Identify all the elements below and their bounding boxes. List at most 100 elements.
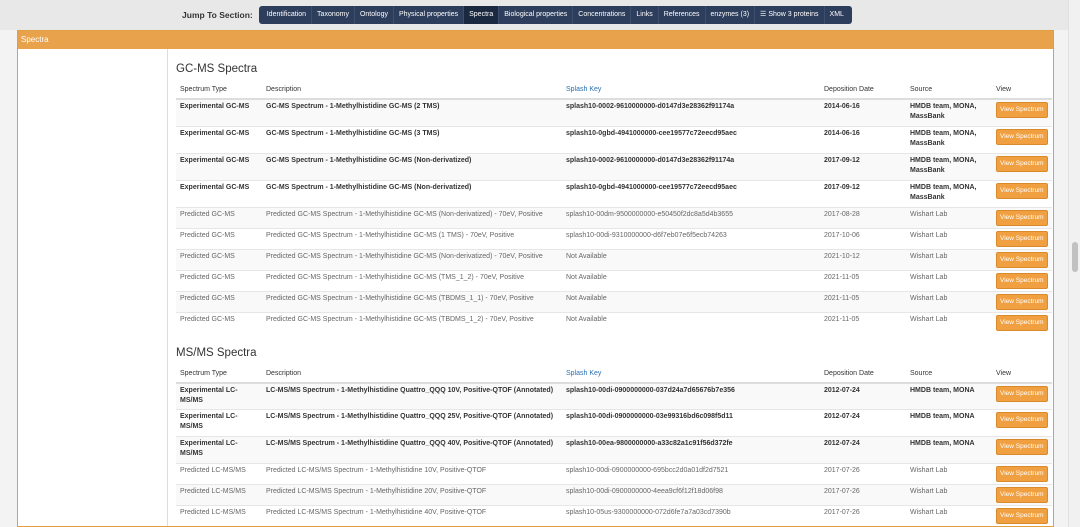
nav-link-taxonomy[interactable]: Taxonomy <box>312 6 355 24</box>
view-cell: View Spectrum <box>992 269 1052 291</box>
list-icon: ☰ <box>760 11 767 18</box>
column-header: Deposition Date <box>820 364 906 384</box>
source: HMDB team, MONA <box>906 409 992 437</box>
page-scrollbar[interactable] <box>1068 0 1080 527</box>
table-row: Predicted GC-MS Predicted GC-MS Spectrum … <box>176 248 1052 270</box>
spectrum-type: Experimental GC-MS <box>176 152 262 180</box>
column-header: Spectrum Type <box>176 364 262 384</box>
view-spectrum-button[interactable]: View Spectrum <box>996 412 1048 428</box>
nav-link-label: Biological properties <box>504 11 568 18</box>
deposition-date: 2017-07-26 <box>820 463 906 485</box>
deposition-date: 2014-06-16 <box>820 125 906 153</box>
nav-link-enzymes-3[interactable]: enzymes (3) <box>706 6 756 24</box>
splash-key: Not Available <box>562 248 820 270</box>
spectra-content: GC-MS Spectra Spectrum Type Description Sp… <box>176 49 1052 526</box>
source: Wishart Lab <box>906 206 992 228</box>
nav-link-identification[interactable]: Identification <box>262 6 313 24</box>
view-spectrum-button[interactable]: View Spectrum <box>996 487 1048 503</box>
nav-link-spectra[interactable]: Spectra <box>464 6 500 24</box>
view-spectrum-button[interactable]: View Spectrum <box>996 251 1048 268</box>
view-spectrum-button[interactable]: View Spectrum <box>996 439 1048 455</box>
nav-link-links[interactable]: Links <box>631 6 659 24</box>
source: HMDB team, MONA, MassBank <box>906 152 992 180</box>
nav-link-label: References <box>663 11 700 18</box>
splash-key: splash10-0gbd-4941000000-cee19577c72eecd… <box>562 179 820 207</box>
description: Predicted GC-MS Spectrum - 1-Methylhisti… <box>262 311 562 333</box>
deposition-date: 2021-11-05 <box>820 269 906 291</box>
nav-link-label: Physical properties <box>398 11 459 18</box>
table-row: Experimental GC-MS GC-MS Spectrum - 1-Met… <box>176 179 1052 207</box>
splash-key: splash10-05us-9300000000-072d6fe7a7a03cd… <box>562 505 820 526</box>
view-cell: View Spectrum <box>992 152 1052 180</box>
source: Wishart Lab <box>906 463 992 485</box>
msms-header-row: Spectrum Type Description Splash Key Deposi… <box>176 364 1052 384</box>
nav-link-show-3-proteins[interactable]: ☰ Show 3 proteins <box>755 6 825 24</box>
view-spectrum-button[interactable]: View Spectrum <box>996 155 1048 172</box>
deposition-date: 2017-07-26 <box>820 505 906 526</box>
view-cell: View Spectrum <box>992 179 1052 207</box>
view-spectrum-button[interactable]: View Spectrum <box>996 272 1048 289</box>
splash-key: splash10-00di-0900000000-03e99316bd6c098… <box>562 409 820 437</box>
deposition-date: 2012-07-24 <box>820 382 906 410</box>
scroll-thumb[interactable] <box>1072 242 1078 272</box>
table-row: Predicted LC-MS/MS Predicted LC-MS/MS Spe… <box>176 484 1052 506</box>
view-spectrum-button[interactable]: View Spectrum <box>996 182 1048 199</box>
jump-label: Jump To Section: <box>182 10 253 20</box>
view-cell: View Spectrum <box>992 463 1052 485</box>
source: HMDB team, MONA <box>906 436 992 464</box>
nav-link-biological-properties[interactable]: Biological properties <box>499 6 574 24</box>
source: Wishart Lab <box>906 311 992 333</box>
table-row: Experimental GC-MS GC-MS Spectrum - 1-Met… <box>176 98 1052 126</box>
gcms-table: Spectrum Type Description Splash Key Deposi… <box>176 81 1052 333</box>
view-spectrum-button[interactable]: View Spectrum <box>996 102 1048 118</box>
nav-link-xml[interactable]: XML <box>825 6 849 24</box>
spectrum-type: Predicted GC-MS <box>176 206 262 228</box>
view-spectrum-button[interactable]: View Spectrum <box>996 314 1048 331</box>
nav-link-label: Spectra <box>469 11 494 18</box>
table-row: Experimental GC-MS GC-MS Spectrum - 1-Met… <box>176 125 1052 153</box>
table-row: Experimental LC-MS/MS LC-MS/MS Spectrum -… <box>176 409 1052 437</box>
table-row: Experimental GC-MS GC-MS Spectrum - 1-Met… <box>176 152 1052 180</box>
nav-link-concentrations[interactable]: Concentrations <box>573 6 632 24</box>
source: Wishart Lab <box>906 248 992 270</box>
table-row: Predicted GC-MS Predicted GC-MS Spectrum … <box>176 206 1052 228</box>
spectrum-type: Experimental LC-MS/MS <box>176 382 262 410</box>
column-header[interactable]: Splash Key <box>562 364 820 384</box>
source: HMDB team, MONA, MassBank <box>906 125 992 153</box>
view-spectrum-button[interactable]: View Spectrum <box>996 508 1048 524</box>
column-header: Description <box>262 81 562 100</box>
column-header[interactable]: Splash Key <box>562 81 820 100</box>
view-spectrum-button[interactable]: View Spectrum <box>996 293 1048 310</box>
msms-table: Spectrum Type Description Splash Key Deposi… <box>176 364 1052 526</box>
deposition-date: 2017-09-12 <box>820 179 906 207</box>
view-spectrum-button[interactable]: View Spectrum <box>996 230 1048 247</box>
jump-to-section-bar: Jump To Section: Identification Taxonomy O… <box>0 0 1068 30</box>
spectrum-type: Predicted LC-MS/MS <box>176 505 262 526</box>
splash-key: splash10-00dm-9500000000-e50450f2dc8a5d4… <box>562 206 820 228</box>
description: GC-MS Spectrum - 1-Methylhistidine GC-MS… <box>262 98 562 126</box>
splash-key: splash10-0002-9610000000-d0147d3e28362f9… <box>562 98 820 126</box>
spectrum-type: Predicted LC-MS/MS <box>176 463 262 485</box>
spectrum-type: Experimental LC-MS/MS <box>176 409 262 437</box>
nav-link-ontology[interactable]: Ontology <box>355 6 394 24</box>
nav-link-references[interactable]: References <box>659 6 706 24</box>
source: Wishart Lab <box>906 269 992 291</box>
spectrum-type: Experimental GC-MS <box>176 98 262 126</box>
view-spectrum-button[interactable]: View Spectrum <box>996 385 1048 402</box>
nav-link-physical-properties[interactable]: Physical properties <box>394 6 465 24</box>
view-spectrum-button[interactable]: View Spectrum <box>996 466 1048 482</box>
table-row: Predicted GC-MS Predicted GC-MS Spectrum … <box>176 311 1052 333</box>
left-column <box>18 49 168 526</box>
source: Wishart Lab <box>906 484 992 506</box>
view-spectrum-button[interactable]: View Spectrum <box>996 209 1048 226</box>
view-spectrum-button[interactable]: View Spectrum <box>996 128 1048 145</box>
view-cell: View Spectrum <box>992 248 1052 270</box>
gcms-header-row: Spectrum Type Description Splash Key Deposi… <box>176 81 1052 100</box>
description: Predicted GC-MS Spectrum - 1-Methylhisti… <box>262 269 562 291</box>
deposition-date: 2017-08-28 <box>820 206 906 228</box>
nav-link-label: Taxonomy <box>317 11 349 18</box>
nav-link-label: Ontology <box>359 11 388 18</box>
msms-title: MS/MS Spectra <box>176 346 257 359</box>
nav-link-label: enzymes (3) <box>710 11 750 18</box>
table-row: Predicted GC-MS Predicted GC-MS Spectrum … <box>176 269 1052 291</box>
